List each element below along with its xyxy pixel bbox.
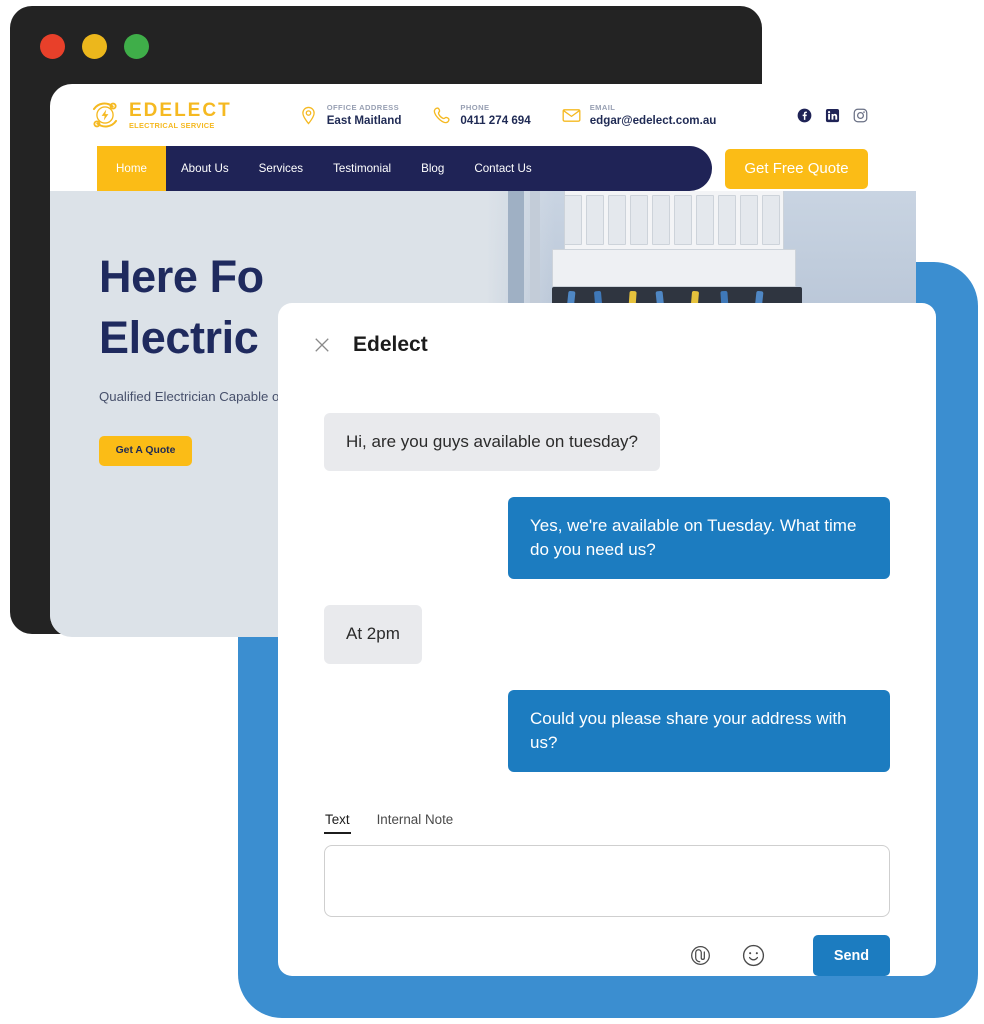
linkedin-icon[interactable] xyxy=(825,108,840,123)
contact-value: East Maitland xyxy=(326,114,402,127)
chat-message: Hi, are you guys available on tuesday? xyxy=(324,413,890,472)
close-icon[interactable] xyxy=(311,334,333,356)
chat-title: Edelect xyxy=(353,333,428,356)
get-a-quote-button[interactable]: Get A Quote xyxy=(99,435,192,466)
contact-value: 0411 274 694 xyxy=(460,114,531,127)
contact-label: EMAIL xyxy=(589,103,616,112)
get-free-quote-button[interactable]: Get Free Quote xyxy=(725,148,868,189)
attachment-icon[interactable] xyxy=(687,942,714,969)
envelope-icon xyxy=(562,108,581,122)
emoji-icon[interactable] xyxy=(740,942,767,969)
contact-office-address: OFFICE ADDRESS East Maitland xyxy=(298,103,402,127)
message-input[interactable] xyxy=(324,845,890,917)
logo-tagline: ELECTRICAL SERVICE xyxy=(129,120,215,130)
nav-item-services[interactable]: Services xyxy=(244,146,318,191)
close-window-button[interactable] xyxy=(40,34,65,59)
nav-item-contact-us[interactable]: Contact Us xyxy=(459,146,546,191)
nav-item-blog[interactable]: Blog xyxy=(406,146,459,191)
chat-header: Edelect xyxy=(278,303,936,357)
nav-item-home[interactable]: Home xyxy=(97,146,166,191)
nav-item-about-us[interactable]: About Us xyxy=(166,146,244,191)
chat-composer: Text Internal Note Send xyxy=(278,812,936,976)
contact-label: PHONE xyxy=(460,103,490,112)
message-bubble-outgoing: Could you please share your address with… xyxy=(508,689,890,772)
message-bubble-outgoing: Yes, we're available on Tuesday. What ti… xyxy=(508,497,890,580)
social-links xyxy=(797,108,868,123)
instagram-icon[interactable] xyxy=(853,108,868,123)
tab-text[interactable]: Text xyxy=(324,812,351,834)
chat-widget: Edelect Hi, are you guys available on tu… xyxy=(278,303,936,976)
composer-tabs: Text Internal Note xyxy=(324,812,890,834)
send-button[interactable]: Send xyxy=(813,935,890,976)
maximize-window-button[interactable] xyxy=(124,34,149,59)
chat-message: Yes, we're available on Tuesday. What ti… xyxy=(324,497,890,580)
chat-message: Could you please share your address with… xyxy=(324,689,890,772)
phone-icon xyxy=(434,106,451,123)
message-bubble-incoming: Hi, are you guys available on tuesday? xyxy=(324,413,661,472)
site-navbar: Home About Us Services Testimonial Blog … xyxy=(97,146,712,191)
contact-email: EMAIL edgar@edelect.com.au xyxy=(561,103,717,127)
message-bubble-incoming: At 2pm xyxy=(324,605,422,664)
site-nav-row: Home About Us Services Testimonial Blog … xyxy=(50,146,916,191)
nav-item-testimonial[interactable]: Testimonial xyxy=(318,146,406,191)
contact-value: edgar@edelect.com.au xyxy=(589,114,717,127)
chat-message-list: Hi, are you guys available on tuesday? Y… xyxy=(278,357,936,812)
edelect-logo-icon xyxy=(92,102,118,128)
site-topbar: EDELECT ELECTRICAL SERVICE OFFICE ADDRES… xyxy=(50,84,916,146)
site-contact-info: OFFICE ADDRESS East Maitland PHONE 0411 … xyxy=(298,103,717,127)
composer-actions: Send xyxy=(324,935,890,976)
location-pin-icon xyxy=(301,106,315,125)
site-logo[interactable]: EDELECT ELECTRICAL SERVICE xyxy=(88,98,232,132)
screenshot-stage: EDELECT ELECTRICAL SERVICE OFFICE ADDRES… xyxy=(0,0,984,1024)
window-traffic-lights xyxy=(40,34,149,59)
contact-phone: PHONE 0411 274 694 xyxy=(431,103,531,127)
minimize-window-button[interactable] xyxy=(82,34,107,59)
hero-title-line-1: Here Fo xyxy=(99,251,264,302)
chat-message: At 2pm xyxy=(324,605,890,664)
logo-name: EDELECT xyxy=(129,99,232,121)
facebook-icon[interactable] xyxy=(797,108,812,123)
contact-label: OFFICE ADDRESS xyxy=(326,103,400,112)
tab-internal-note[interactable]: Internal Note xyxy=(376,812,455,834)
